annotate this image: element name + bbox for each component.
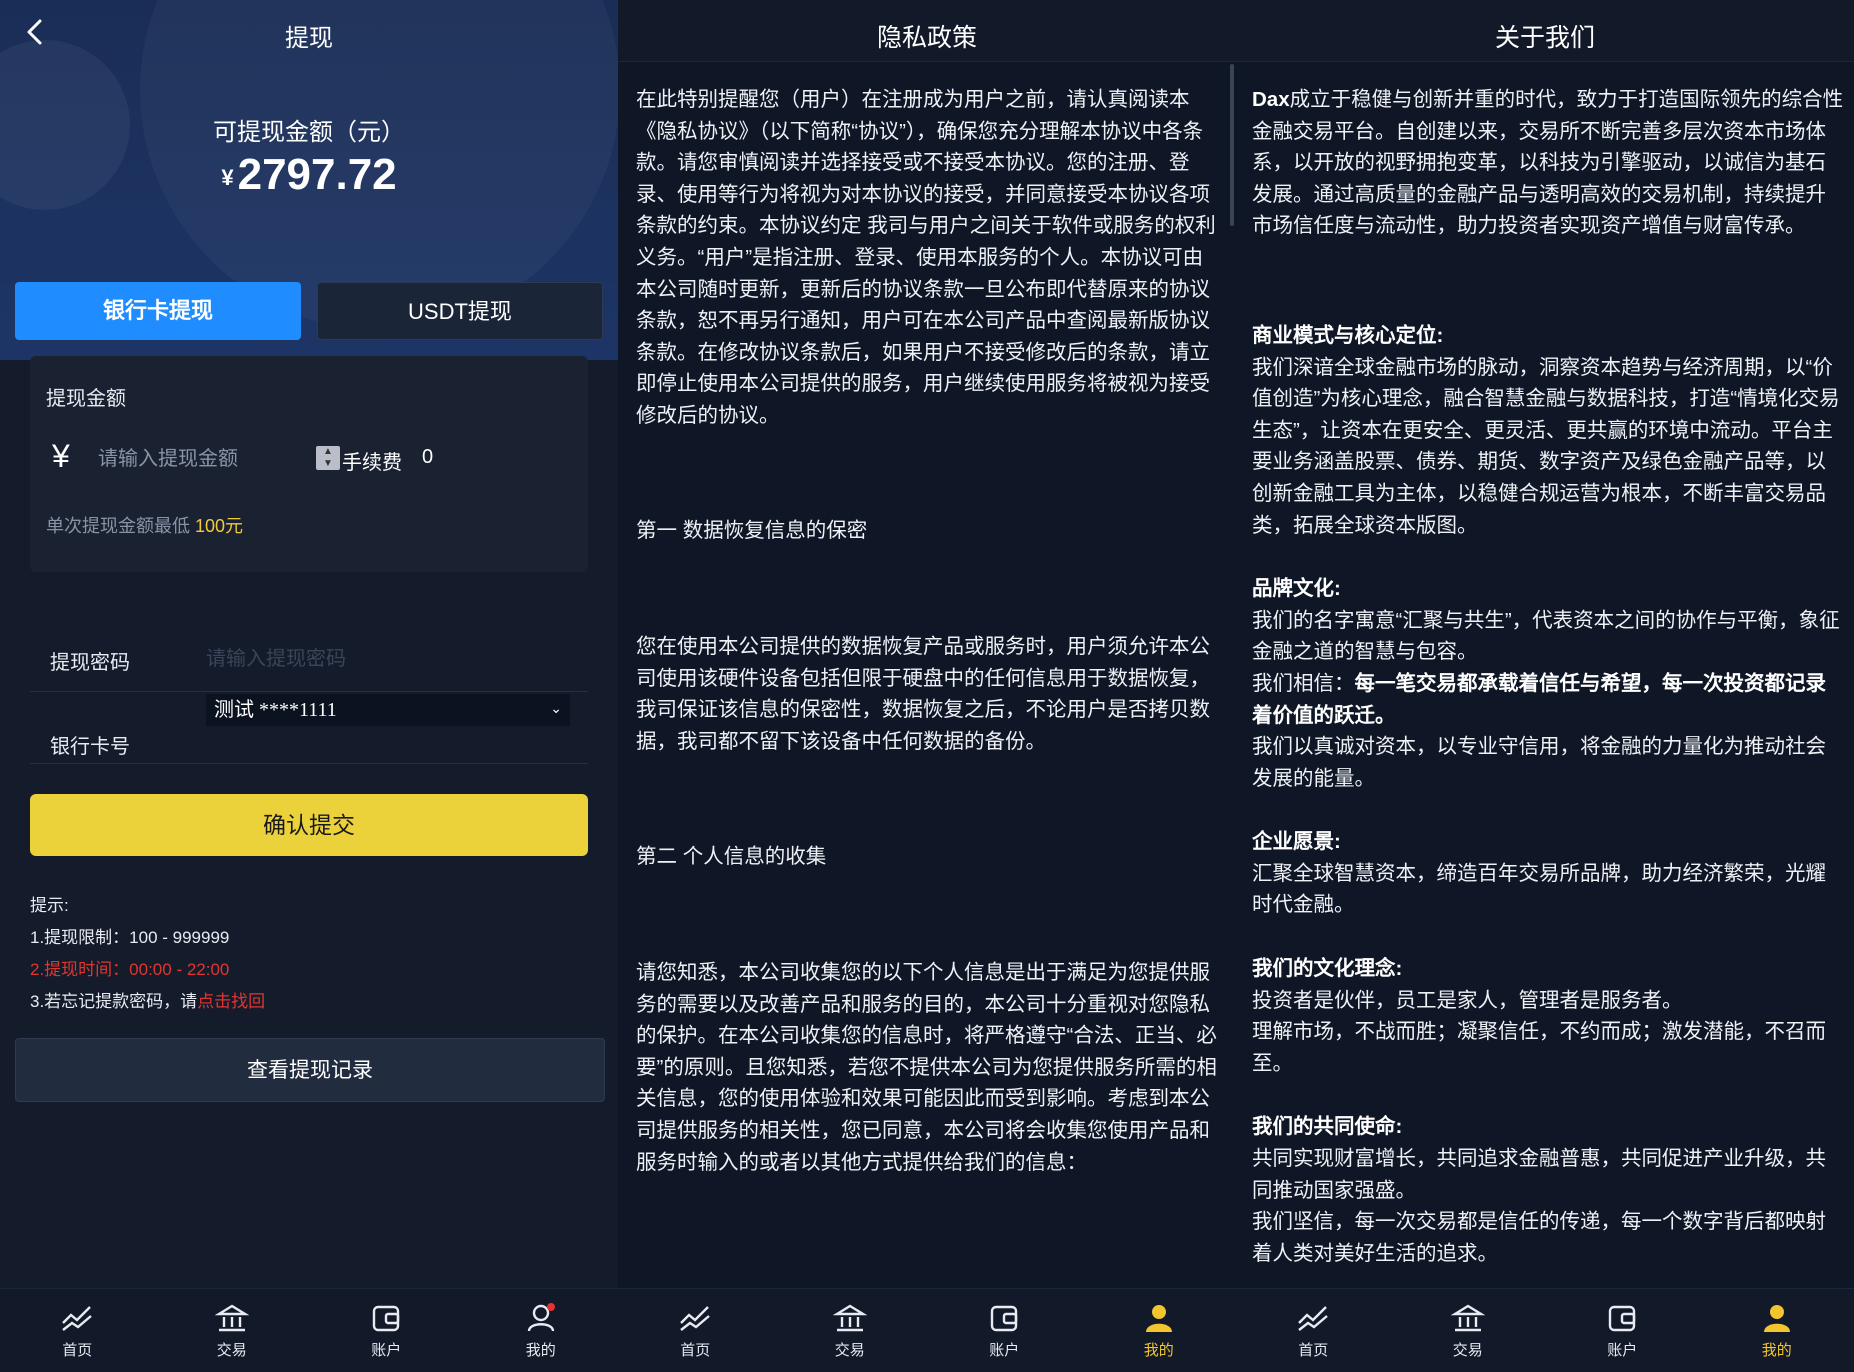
page-title: 隐私政策 <box>876 24 977 52</box>
user-filled-icon <box>1763 1305 1790 1332</box>
privacy-screen: 隐私政策 在此特别提醒您（用户）在注册成为用户之前，请认真阅读本《隐私协议》（以… <box>618 0 1236 1372</box>
nav-mine[interactable]: 我的 <box>1700 1289 1854 1372</box>
nav-account[interactable]: 账户 <box>927 1289 1082 1372</box>
bank-card-row: 银行卡号 测试 ****1111 ⌄ <box>30 694 588 764</box>
section-text: 我们深谙全球金融市场的脉动，洞察资本趋势与经济周期，以“价值创造”为核心理念，融… <box>1252 355 1840 537</box>
fee-value: 0 <box>422 446 434 468</box>
amount-stepper[interactable]: ▲ ▼ <box>316 446 340 470</box>
section-title: 我们的文化理念: <box>1252 957 1403 981</box>
chart-line-icon <box>680 1306 711 1331</box>
section-text: 我们相信：每一笔交易都承载着信任与希望，每一次投资都记录着价值的跃迁。 <box>1252 671 1826 727</box>
privacy-heading: 第一 数据恢复信息的保密 <box>636 518 868 542</box>
amount-card: 提现金额 ¥ ▲▼ 手续费 0 单次提现金额最低 100元 <box>30 356 588 572</box>
section-title: 品牌文化: <box>1252 577 1341 601</box>
tab-bank-withdraw[interactable]: 银行卡提现 <box>15 282 301 340</box>
tip-forgot: 3.若忘记提款密码，请点击找回 <box>30 992 266 1011</box>
user-icon <box>527 1303 555 1332</box>
privacy-content: 在此特别提醒您（用户）在注册成为用户之前，请认真阅读本《隐私协议》（以下简称“协… <box>636 84 1220 1178</box>
section-text: 我们的名字寓意“汇聚与共生”，代表资本之间的协作与平衡，象征金融之道的智慧与包容… <box>1252 608 1840 664</box>
password-input[interactable] <box>206 644 566 674</box>
section-title: 商业模式与核心定位: <box>1252 323 1444 347</box>
tip-time: 2.提现时间：00:00 - 22:00 <box>30 960 230 979</box>
section-title: 企业愿景: <box>1252 830 1341 854</box>
tips-block: 提示: 1.提现限制：100 - 999999 2.提现时间：00:00 - 2… <box>30 890 265 1018</box>
nav-account[interactable]: 账户 <box>1545 1289 1700 1372</box>
amount-input[interactable] <box>98 442 308 476</box>
balance-display: ¥2797.72 <box>0 150 618 200</box>
page-title: 关于我们 <box>1494 24 1595 52</box>
nav-trade[interactable]: 交易 <box>773 1289 928 1372</box>
bank-card-selected: 测试 ****1111 <box>214 699 337 721</box>
confirm-submit-button[interactable]: 确认提交 <box>30 794 588 856</box>
privacy-paragraph: 请您知悉，本公司收集您的以下个人信息是出于满足为您提供服务的需要以及改善产品和服… <box>636 961 1217 1174</box>
bank-building-icon <box>214 1304 249 1332</box>
tab-usdt-withdraw[interactable]: USDT提现 <box>317 282 603 340</box>
nav-trade[interactable]: 交易 <box>155 1289 310 1372</box>
recover-password-link[interactable]: 点击找回 <box>197 992 265 1011</box>
nav-trade[interactable]: 交易 <box>1391 1289 1546 1372</box>
wallet-icon <box>1609 1305 1636 1332</box>
about-content: Dax成立于稳健与创新并重的时代，致力于打造国际领先的综合性金融交易平台。自创建… <box>1252 84 1844 1262</box>
password-row: 提现密码 <box>30 624 588 692</box>
privacy-paragraph: 您在使用本公司提供的数据恢复产品或服务时，用户须允许本公司使用该硬件设备包括但限… <box>636 635 1210 753</box>
privacy-paragraph: 在此特别提醒您（用户）在注册成为用户之前，请认真阅读本《隐私协议》（以下简称“协… <box>636 88 1216 427</box>
brand-name: Dax <box>1252 88 1290 111</box>
section-text: 共同实现财富增长，共同追求金融普惠，共同促进产业升级，共同推动国家强盛。 <box>1252 1147 1826 1202</box>
nav-mine[interactable]: 我的 <box>1082 1289 1237 1372</box>
section-text: 理解市场，不战而胜；凝聚信任，不约而成；激发潜能，不召而至。 <box>1252 1020 1826 1075</box>
section-text: 我们坚信，每一次交易都是信任的传递，每一个数字背后都映射着人类对美好生活的追求。 <box>1252 1210 1826 1262</box>
view-records-button[interactable]: 查看提现记录 <box>15 1038 605 1102</box>
bottom-nav: 首页 交易 账户 我的 <box>0 1288 618 1372</box>
bottom-nav: 首页 交易 账户 我的 <box>1236 1288 1854 1372</box>
password-label: 提现密码 <box>50 652 130 674</box>
amount-currency-symbol: ¥ <box>52 438 70 474</box>
bank-building-icon <box>1450 1304 1485 1332</box>
nav-home[interactable]: 首页 <box>0 1289 155 1372</box>
tips-title: 提示: <box>30 896 69 915</box>
min-amount-note: 单次提现金额最低 100元 <box>46 516 244 536</box>
section-text: 我们以真诚对资本，以专业守信用，将金融的力量化为推动社会发展的能量。 <box>1252 735 1826 790</box>
nav-home[interactable]: 首页 <box>618 1289 773 1372</box>
nav-account[interactable]: 账户 <box>309 1289 464 1372</box>
withdraw-screen: 提现 可提现金额（元） ¥2797.72 银行卡提现 USDT提现 提现金额 ¥… <box>0 0 618 1372</box>
bank-card-label: 银行卡号 <box>50 736 130 758</box>
bank-building-icon <box>832 1304 867 1332</box>
section-text: 投资者是伙伴，员工是家人，管理者是服务者。 <box>1252 988 1683 1012</box>
wallet-icon <box>991 1305 1018 1332</box>
chart-line-icon <box>1298 1306 1329 1331</box>
privacy-heading: 第二 个人信息的收集 <box>636 844 827 868</box>
user-filled-icon <box>1145 1305 1172 1332</box>
amount-label: 提现金额 <box>46 388 126 410</box>
min-amount-value: 100元 <box>195 516 244 536</box>
page-title: 提现 <box>285 25 333 52</box>
scrollbar-thumb[interactable] <box>1230 64 1234 226</box>
fee-label: 手续费 <box>342 452 402 474</box>
chevron-down-icon: ⌄ <box>550 702 562 717</box>
about-header: 关于我们 <box>1236 0 1854 62</box>
about-screen: 关于我们 Dax成立于稳健与创新并重的时代，致力于打造国际领先的综合性金融交易平… <box>1236 0 1854 1372</box>
nav-home[interactable]: 首页 <box>1236 1289 1391 1372</box>
tip-limit: 1.提现限制：100 - 999999 <box>30 928 230 947</box>
available-label: 可提现金额（元） <box>213 119 405 146</box>
privacy-header: 隐私政策 <box>618 0 1236 62</box>
section-text: 汇聚全球智慧资本，缔造百年交易所品牌，助力经济繁荣，光耀时代金融。 <box>1252 861 1826 917</box>
section-title: 我们的共同使命: <box>1252 1115 1403 1139</box>
nav-mine[interactable]: 我的 <box>464 1289 619 1372</box>
bank-card-select[interactable]: 测试 ****1111 ⌄ <box>206 694 570 726</box>
bottom-nav: 首页 交易 账户 我的 <box>618 1288 1236 1372</box>
chart-line-icon <box>62 1306 93 1331</box>
balance-amount: 2797.72 <box>237 150 397 199</box>
currency-symbol: ¥ <box>221 165 234 190</box>
wallet-icon <box>373 1305 400 1332</box>
about-intro: Dax成立于稳健与创新并重的时代，致力于打造国际领先的综合性金融交易平台。自创建… <box>1252 88 1844 238</box>
